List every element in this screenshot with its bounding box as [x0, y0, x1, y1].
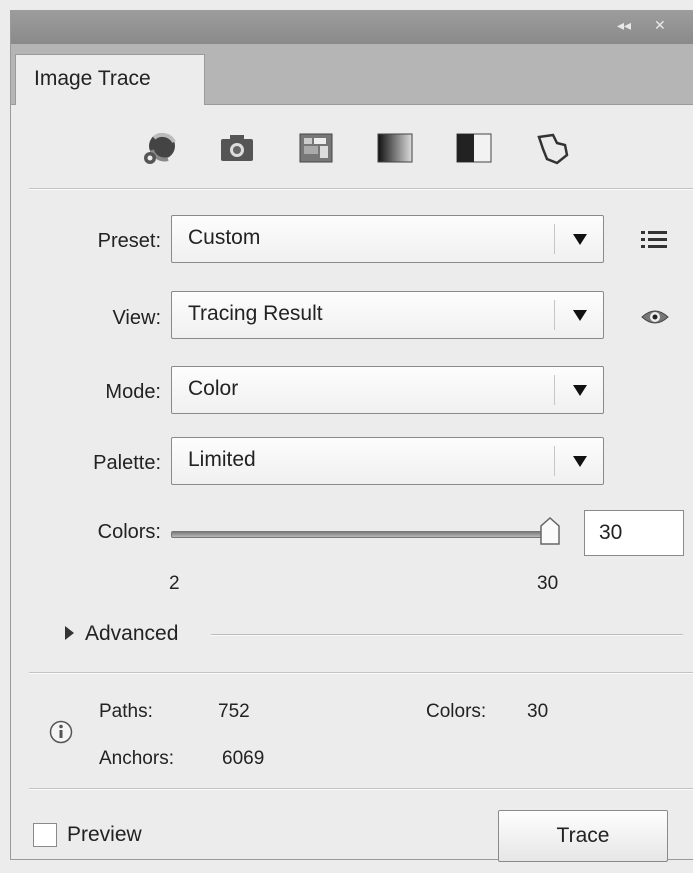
collapse-icon[interactable]: ◂◂: [617, 18, 631, 34]
info-icon: [49, 720, 73, 749]
colors-slider-thumb[interactable]: [539, 516, 561, 551]
panel-tabstrip: Image Trace: [11, 44, 693, 105]
mode-value: Color: [188, 377, 239, 400]
close-icon[interactable]: ✕: [654, 18, 666, 34]
preset-value: Custom: [188, 226, 261, 249]
auto-color-icon[interactable]: [138, 128, 182, 168]
view-dropdown[interactable]: Tracing Result: [171, 291, 604, 339]
anchors-label: Anchors:: [99, 748, 174, 769]
chevron-down-icon: [573, 234, 587, 245]
preset-label: Preset:: [97, 230, 161, 252]
colors-count-label: Colors:: [426, 701, 487, 722]
colors-count-value: 30: [527, 701, 549, 722]
preset-dropdown[interactable]: Custom: [171, 215, 604, 263]
separator: [29, 188, 693, 190]
advanced-label: Advanced: [85, 622, 179, 645]
mode-label: Mode:: [105, 381, 161, 403]
advanced-section-toggle[interactable]: Advanced: [51, 618, 693, 648]
colors-value-field[interactable]: 30: [584, 510, 684, 556]
paths-label: Paths:: [99, 701, 153, 722]
colors-slider-track[interactable]: [171, 531, 549, 538]
mode-dropdown[interactable]: Color: [171, 366, 604, 414]
view-value: Tracing Result: [188, 302, 323, 325]
chevron-down-icon: [573, 456, 587, 467]
palette-dropdown[interactable]: Limited: [171, 437, 604, 485]
anchors-value: 6069: [222, 748, 265, 769]
image-trace-panel: ◂◂ ✕ Image Trace Preset: Custom View: Tr…: [10, 10, 693, 862]
grayscale-icon[interactable]: [373, 128, 417, 168]
outline-icon[interactable]: [531, 128, 575, 168]
preview-checkbox[interactable]: [33, 823, 57, 847]
paths-value: 752: [218, 701, 250, 722]
panel-titlebar: ◂◂ ✕: [11, 10, 693, 45]
separator: [29, 672, 693, 674]
eye-icon[interactable]: [641, 308, 669, 331]
colors-label: Colors:: [97, 521, 161, 543]
trace-button[interactable]: Trace: [498, 810, 668, 862]
low-color-icon[interactable]: [294, 128, 338, 168]
colors-min-label: 2: [169, 573, 180, 594]
tab-image-trace[interactable]: Image Trace: [15, 54, 205, 105]
palette-value: Limited: [188, 448, 256, 471]
chevron-down-icon: [573, 310, 587, 321]
preset-toolbar: [11, 114, 693, 184]
high-color-icon[interactable]: [215, 128, 259, 168]
view-label: View:: [112, 307, 161, 329]
disclosure-triangle-icon: [65, 626, 74, 640]
colors-max-label: 30: [537, 573, 559, 594]
chevron-down-icon: [573, 385, 587, 396]
preview-label[interactable]: Preview: [67, 823, 142, 847]
separator: [29, 788, 693, 790]
palette-label: Palette:: [93, 452, 161, 474]
preset-manager-icon[interactable]: [641, 229, 667, 256]
black-and-white-icon[interactable]: [452, 128, 496, 168]
